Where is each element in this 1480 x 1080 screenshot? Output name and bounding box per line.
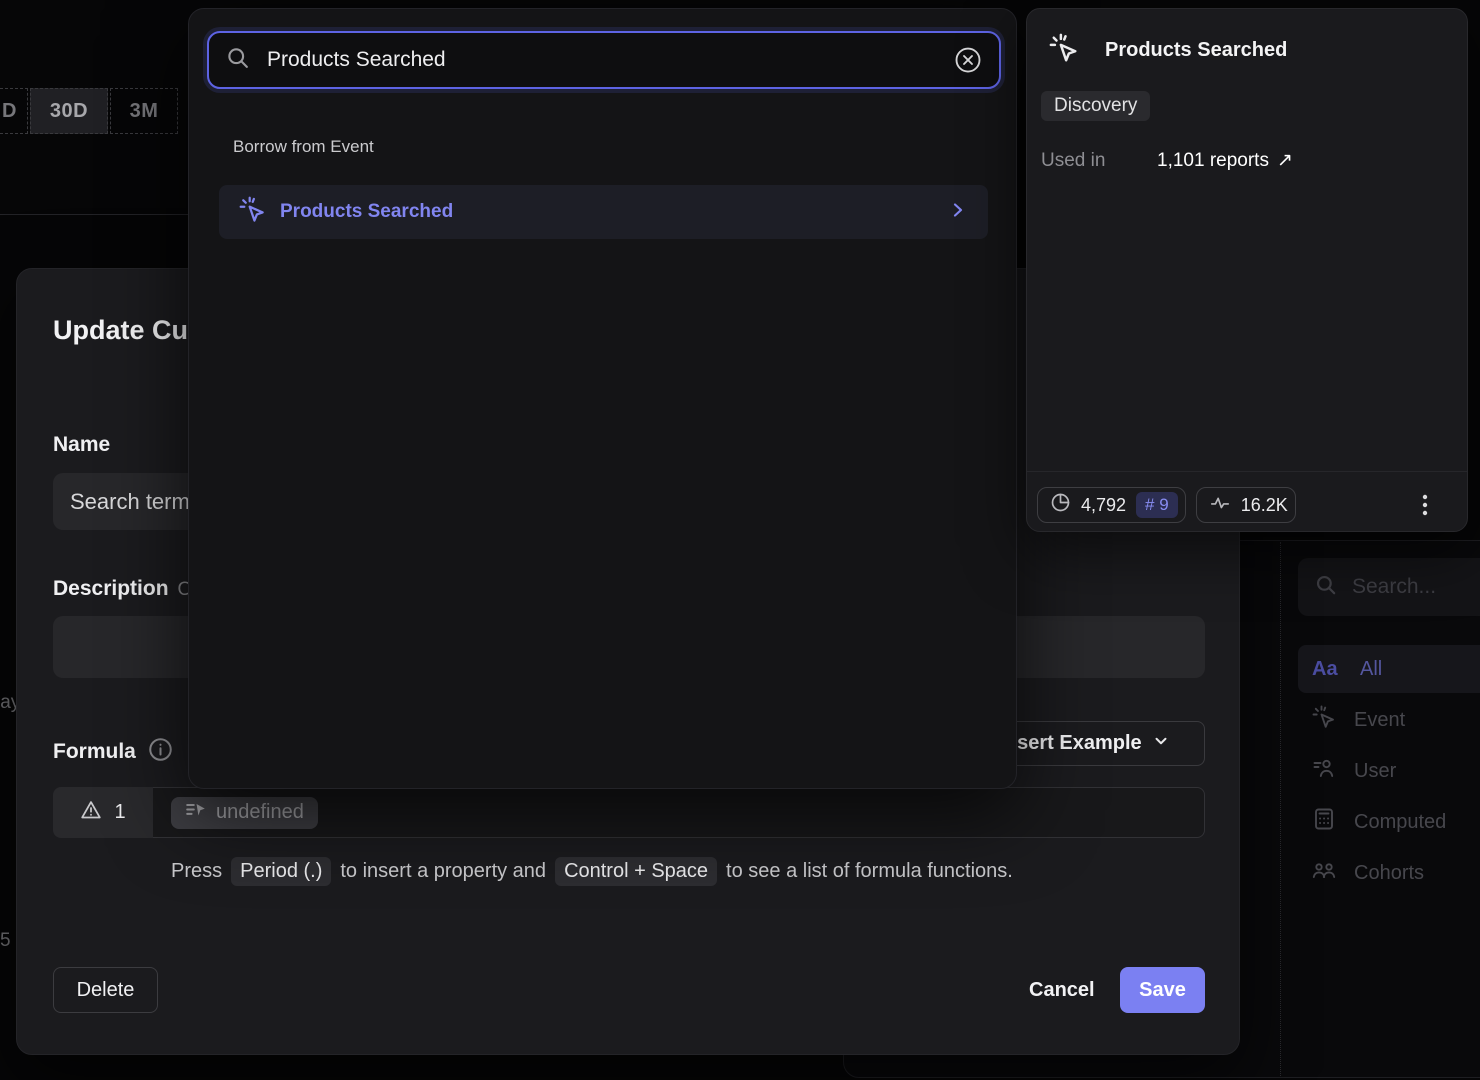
error-count-value: 1 xyxy=(114,801,125,824)
name-label: Name xyxy=(53,433,110,457)
used-in-row: Used in 1,101 reports ↗ xyxy=(1041,149,1293,172)
formula-input[interactable]: undefined xyxy=(153,787,1205,838)
event-search-box xyxy=(207,31,1001,89)
pie-chart-icon xyxy=(1050,492,1071,518)
event-icon xyxy=(1049,33,1079,68)
more-options-button[interactable] xyxy=(1411,488,1439,522)
sidebar-search-placeholder: Search... xyxy=(1352,575,1436,599)
time-range-group: D 30D 3M xyxy=(0,88,178,134)
event-count-value: 4,792 xyxy=(1081,495,1126,516)
borrow-event-search-modal: Borrow from Event Products Searched xyxy=(188,8,1017,789)
formula-error-count[interactable]: 1 xyxy=(53,787,153,838)
info-icon[interactable] xyxy=(148,737,173,767)
sidebar-item-label: Cohorts xyxy=(1354,862,1424,885)
search-icon xyxy=(225,45,251,76)
sidebar-item-label: Event xyxy=(1354,709,1405,732)
event-panel-header: Products Searched xyxy=(1049,33,1287,68)
warning-icon xyxy=(80,799,102,827)
formula-label-row: Formula xyxy=(53,737,173,767)
user-icon xyxy=(1312,756,1336,786)
help-text-fragment: to see a list of formula functions. xyxy=(726,860,1013,883)
clear-search-button[interactable] xyxy=(953,45,983,75)
external-link-icon: ↗ xyxy=(1277,149,1293,172)
used-in-label: Used in xyxy=(1041,150,1157,172)
description-label: Description xyxy=(53,577,169,601)
text-format-icon: Aa xyxy=(1312,658,1342,681)
sidebar-item-user[interactable]: User xyxy=(1298,747,1480,795)
sidebar-item-all[interactable]: Aa All xyxy=(1298,645,1480,693)
sidebar-item-label: User xyxy=(1354,760,1396,783)
help-text-fragment: Press xyxy=(171,860,222,883)
sidebar-item-label: All xyxy=(1360,658,1382,681)
clipped-text-fragment: 5 xyxy=(0,930,16,952)
undefined-property-chip[interactable]: undefined xyxy=(171,797,318,829)
event-stats-row: 4,792 # 9 16.2K xyxy=(1037,487,1457,523)
search-result-products-searched[interactable]: Products Searched xyxy=(219,185,988,239)
event-icon xyxy=(1312,705,1336,735)
event-volume-pill[interactable]: 16.2K xyxy=(1196,487,1296,523)
description-label-row: Description O xyxy=(53,577,192,601)
category-badge: Discovery xyxy=(1041,91,1150,121)
formula-label: Formula xyxy=(53,740,136,764)
period-key-chip: Period (.) xyxy=(231,857,331,886)
search-icon xyxy=(1314,573,1338,602)
computed-icon xyxy=(1312,807,1336,837)
property-chip-label: undefined xyxy=(216,801,304,824)
chevron-right-icon xyxy=(948,200,968,225)
used-in-value: 1,101 reports xyxy=(1157,150,1269,172)
event-rank-badge: # 9 xyxy=(1136,492,1178,518)
event-search-input[interactable] xyxy=(267,48,937,72)
event-detail-panel: Products Searched Discovery Used in 1,10… xyxy=(1026,8,1468,532)
tray-divider xyxy=(1280,542,1281,1076)
insert-example-label: Insert Example xyxy=(999,732,1141,755)
chevron-down-icon xyxy=(1152,732,1170,756)
sidebar-item-cohorts[interactable]: Cohorts xyxy=(1298,849,1480,897)
result-label: Products Searched xyxy=(280,201,934,223)
activity-pulse-icon xyxy=(1209,492,1231,519)
formula-help-text: Press Period (.) to insert a property an… xyxy=(171,857,1013,886)
sidebar-item-label: Computed xyxy=(1354,811,1446,834)
property-type-list: Aa All Event User xyxy=(1298,645,1480,897)
help-text-fragment: to insert a property and xyxy=(340,860,546,883)
delete-button[interactable]: Delete xyxy=(53,967,158,1013)
sidebar-item-computed[interactable]: Computed xyxy=(1298,798,1480,846)
app-root: D 30D 3M lay 5 Search... Aa All Event xyxy=(0,0,1480,1080)
cohorts-icon xyxy=(1312,858,1336,888)
time-range-30d[interactable]: 30D xyxy=(30,88,108,134)
event-count-pill[interactable]: 4,792 # 9 xyxy=(1037,487,1186,523)
dialog-title: Update Cu xyxy=(53,315,188,346)
cancel-button[interactable]: Cancel xyxy=(1013,967,1111,1013)
sidebar-item-event[interactable]: Event xyxy=(1298,696,1480,744)
used-in-reports-link[interactable]: 1,101 reports ↗ xyxy=(1157,149,1293,172)
time-range-7d[interactable]: D xyxy=(0,88,28,134)
sidebar-search-box[interactable]: Search... xyxy=(1298,558,1480,616)
event-volume-value: 16.2K xyxy=(1241,495,1288,516)
event-icon xyxy=(239,196,266,228)
control-space-key-chip: Control + Space xyxy=(555,857,717,886)
panel-divider xyxy=(1027,471,1467,472)
time-range-3m[interactable]: 3M xyxy=(110,88,178,134)
save-button[interactable]: Save xyxy=(1120,967,1205,1013)
event-panel-title: Products Searched xyxy=(1105,39,1287,62)
event-property-icon xyxy=(185,799,207,827)
borrow-from-event-heading: Borrow from Event xyxy=(233,137,374,157)
